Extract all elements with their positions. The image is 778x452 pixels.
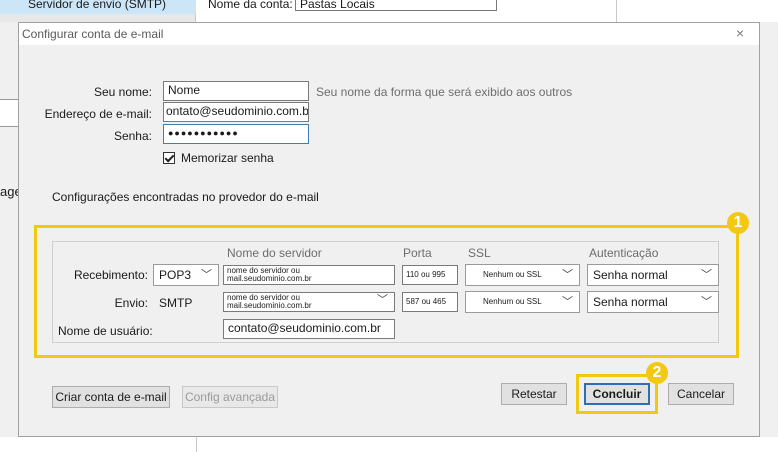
retest-button-label: Retestar bbox=[511, 387, 557, 401]
background-bottom bbox=[0, 437, 778, 452]
close-icon[interactable]: × bbox=[736, 25, 744, 41]
background-sidebar-item-label: Servidor de envio (SMTP) bbox=[28, 0, 167, 11]
advanced-config-button[interactable]: Config avançada bbox=[182, 386, 278, 408]
cancel-button-label: Cancelar bbox=[676, 387, 726, 401]
retest-button[interactable]: Retestar bbox=[501, 383, 567, 405]
name-label: Seu nome: bbox=[60, 85, 152, 99]
password-label: Senha: bbox=[113, 129, 152, 143]
section-title: Configurações encontradas no provedor do… bbox=[52, 190, 319, 204]
remember-password-checkbox[interactable] bbox=[163, 152, 175, 164]
name-input[interactable]: Nome bbox=[163, 81, 309, 101]
cancel-button[interactable]: Cancelar bbox=[668, 383, 734, 405]
name-hint: Seu nome da forma que será exibido aos o… bbox=[316, 85, 573, 99]
background-account-name-label: Nome da conta: bbox=[208, 0, 293, 11]
background-account-name-field[interactable]: Pastas Locais bbox=[295, 0, 497, 11]
name-label-text: Seu nome: bbox=[93, 85, 152, 99]
advanced-config-button-label: Config avançada bbox=[184, 390, 276, 404]
background-divider bbox=[616, 0, 617, 22]
annotation-badge-2: 2 bbox=[646, 362, 668, 384]
create-account-button[interactable]: Criar conta de e-mail bbox=[52, 386, 170, 408]
email-label: Endereço de e-mail: bbox=[44, 107, 152, 121]
highlight-box-done bbox=[576, 374, 658, 414]
dialog-title: Configurar conta de e-mail bbox=[22, 27, 164, 41]
email-input[interactable]: ontato@seudominio.com.br bbox=[163, 102, 309, 122]
background-left-strip bbox=[0, 22, 18, 452]
background-left-field bbox=[0, 99, 18, 127]
highlight-box-settings bbox=[34, 225, 739, 358]
create-account-button-label: Criar conta de e-mail bbox=[55, 390, 167, 404]
background-sidebar-item[interactable]: Servidor de envio (SMTP) bbox=[0, 0, 196, 14]
remember-password-label: Memorizar senha bbox=[181, 151, 274, 165]
background-right-strip bbox=[760, 22, 778, 452]
background-bottom-divider bbox=[196, 437, 197, 452]
annotation-badge-1: 1 bbox=[727, 212, 749, 234]
password-input[interactable]: ●●●●●●●●●●● bbox=[163, 124, 309, 144]
